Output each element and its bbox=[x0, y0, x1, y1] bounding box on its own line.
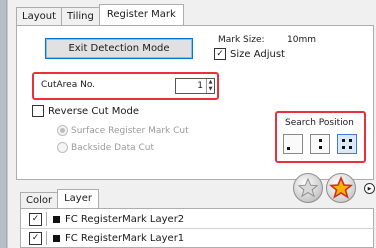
search-position-1-point[interactable] bbox=[283, 134, 303, 154]
tab-register-mark[interactable]: Register Mark bbox=[98, 4, 184, 25]
reverse-cut-check bbox=[32, 105, 44, 117]
left-strip bbox=[0, 0, 7, 248]
radio-surface-register-mark-cut[interactable]: Surface Register Mark Cut bbox=[57, 125, 189, 136]
layer-color-swatch bbox=[53, 234, 60, 242]
mark-size-label: Mark Size: bbox=[218, 35, 265, 45]
expand-arrow-icon[interactable]: ▶ bbox=[364, 183, 375, 194]
bottom-tabs: Color Layer bbox=[20, 189, 99, 208]
cutarea-value[interactable]: 1 bbox=[176, 79, 206, 93]
layer-list: ✓ FC RegisterMark Layer2 ✓ FC RegisterMa… bbox=[20, 208, 375, 248]
layer-color-swatch bbox=[53, 215, 60, 223]
spin-up-icon[interactable]: ▲ bbox=[207, 79, 214, 86]
check-icon: ✓ bbox=[214, 48, 226, 60]
tab-color[interactable]: Color bbox=[20, 192, 59, 208]
cutarea-highlight: CutArea No. 1 ▲ ▼ bbox=[32, 72, 219, 100]
spin-buttons: ▲ ▼ bbox=[206, 79, 214, 93]
mark-size-value: 10mm bbox=[287, 35, 316, 45]
radio-backside-data-cut[interactable]: Backside Data Cut bbox=[57, 142, 154, 153]
tab-layer[interactable]: Layer bbox=[57, 189, 99, 208]
register-mark-page: Exit Detection Mode Mark Size: 10mm ✓ Si… bbox=[16, 25, 374, 180]
star-color-icon[interactable] bbox=[326, 173, 356, 203]
radio-label: Backside Data Cut bbox=[71, 142, 155, 153]
list-item[interactable]: ✓ FC RegisterMark Layer2 bbox=[29, 211, 369, 227]
tab-tiling[interactable]: Tiling bbox=[61, 7, 100, 25]
list-item[interactable]: ✓ FC RegisterMark Layer1 bbox=[29, 230, 369, 246]
radio-icon bbox=[57, 142, 68, 153]
register-mark-panel: Layout Tiling Register Mark Exit Detecti… bbox=[8, 0, 376, 248]
search-position-label: Search Position bbox=[285, 118, 354, 128]
search-position-group: Search Position bbox=[275, 111, 366, 163]
cutarea-label: CutArea No. bbox=[41, 80, 96, 90]
check-icon[interactable]: ✓ bbox=[29, 231, 42, 245]
search-position-2-point[interactable] bbox=[310, 134, 330, 154]
size-adjust-checkbox[interactable]: ✓ Size Adjust bbox=[214, 48, 285, 60]
size-adjust-label: Size Adjust bbox=[230, 48, 285, 60]
search-position-4-point[interactable] bbox=[337, 134, 357, 154]
reverse-cut-label: Reverse Cut Mode bbox=[48, 105, 140, 117]
check-icon[interactable]: ✓ bbox=[29, 212, 42, 226]
radio-icon bbox=[57, 125, 68, 136]
layer-name: FC RegisterMark Layer2 bbox=[65, 213, 185, 225]
exit-detection-mode-button[interactable]: Exit Detection Mode bbox=[45, 38, 193, 59]
layer-name: FC RegisterMark Layer1 bbox=[65, 232, 185, 244]
spin-down-icon[interactable]: ▼ bbox=[207, 86, 214, 93]
radio-label: Surface Register Mark Cut bbox=[71, 125, 189, 136]
top-tabs: Layout Tiling Register Mark bbox=[16, 4, 184, 25]
reverse-cut-mode-checkbox[interactable]: Reverse Cut Mode bbox=[32, 105, 139, 117]
cutarea-spinner[interactable]: 1 ▲ ▼ bbox=[175, 78, 215, 94]
tab-layout[interactable]: Layout bbox=[16, 7, 62, 25]
star-gray-icon[interactable] bbox=[293, 173, 323, 203]
